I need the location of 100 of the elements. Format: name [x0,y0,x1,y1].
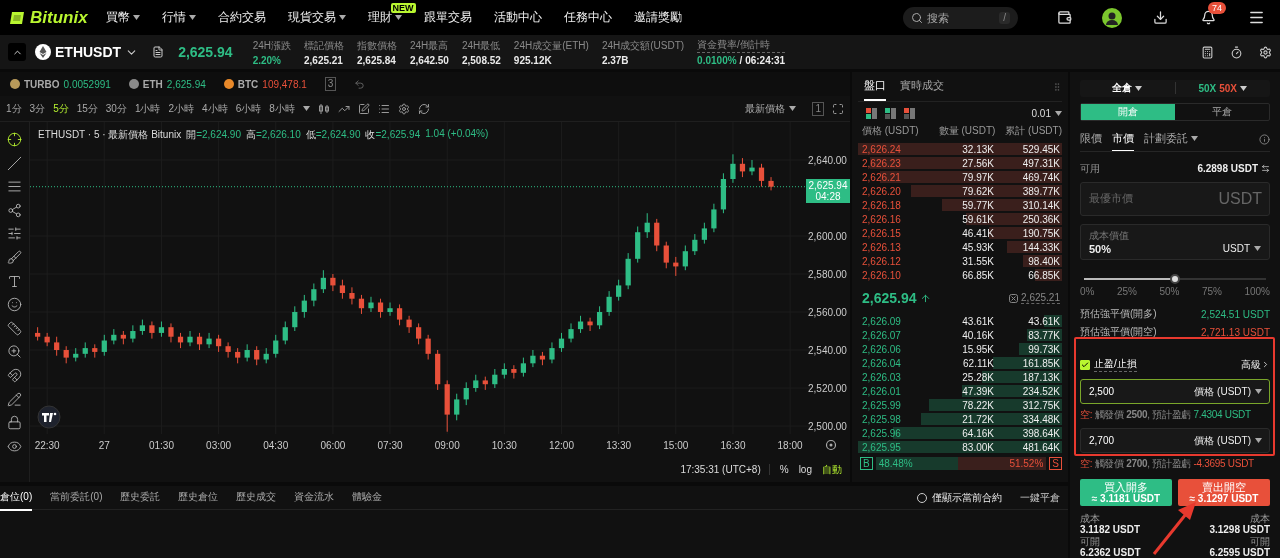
order-book-row[interactable]: 2,626.09 43.61K 43.61K [858,314,1062,328]
positions-tab[interactable]: 體驗金 [352,484,383,511]
nav-link[interactable]: 邀請獎勵 [633,9,682,26]
layout-toggle[interactable]: 1 [812,101,824,116]
nav-link[interactable]: 活動中心 [493,9,542,26]
order-book-row[interactable]: 2,626.23 27.56K 497.31K [858,156,1062,170]
order-book-row[interactable]: 2,626.16 59.61K 250.36K [858,212,1062,226]
nav-link[interactable]: 合約交易 [217,9,266,26]
book-layout-icon[interactable] [885,107,896,119]
unit-dropdown[interactable]: 價格 (USDT) [1194,433,1262,448]
zoom-in-icon[interactable] [7,344,22,360]
positions-tab[interactable]: 倉位(0) [0,484,33,511]
refresh-icon[interactable] [417,102,430,115]
order-book-row[interactable]: 2,626.07 40.16K 83.77K [858,328,1062,342]
order-book-row[interactable]: 2,625.99 78.22K 312.75K [858,398,1062,412]
watchlist-item[interactable]: BTC 109,478.1 [223,78,307,90]
order-type-tab[interactable]: 市價 [1112,128,1134,151]
avatar-icon[interactable] [1102,7,1122,28]
info-icon[interactable] [1259,134,1270,146]
watchlist-item[interactable]: TURBO 0.0052991 [10,78,111,90]
interval-tab[interactable]: 2小時 [168,101,195,116]
interval-tab[interactable]: 1小時 [134,101,161,116]
nav-link[interactable]: 現貨交易 [287,9,346,26]
interval-tab[interactable]: 6小時 [235,101,262,116]
advanced-link[interactable]: 高級 [1241,357,1270,372]
order-book-row[interactable]: 2,625.98 21.72K 334.48K [858,412,1062,426]
fullscreen-icon[interactable] [832,102,844,115]
smiley-icon[interactable] [7,297,22,313]
order-book-row[interactable]: 2,626.18 59.77K 310.14K [858,198,1062,212]
close-all-button[interactable]: 一鍵平倉 [1020,490,1060,505]
magnet-icon[interactable] [7,367,22,383]
scale-button[interactable]: log [798,464,812,475]
book-layout-icon[interactable] [866,107,877,119]
nav-link[interactable]: 買幣 [105,9,140,26]
text-icon[interactable] [7,273,22,289]
position-side-tab[interactable]: 平倉 [1175,103,1269,120]
timer-icon[interactable] [1230,45,1243,59]
edit-icon[interactable] [357,102,370,115]
order-book-tab[interactable]: 實時成交 [900,72,944,101]
order-book-row[interactable]: 2,626.24 32.13K 529.45K [858,142,1062,156]
interval-tab[interactable]: 15分 [76,101,98,116]
current-contract-filter[interactable]: 僅顯示當前合約 [917,490,1002,505]
brush-icon[interactable] [7,249,22,265]
nav-link[interactable]: 跟單交易 [423,9,472,26]
scale-button[interactable]: 自動 [822,462,842,477]
order-book-row[interactable]: 2,626.12 31.55K 98.40K [858,254,1062,268]
order-book-row[interactable]: 2,625.95 83.00K 481.64K [858,440,1062,454]
interval-tab[interactable]: 30分 [105,101,127,116]
positions-tab[interactable]: 當前委託(0) [50,484,103,511]
unit-dropdown[interactable]: 價格 (USDT) [1194,384,1262,399]
calculator-icon[interactable] [1201,45,1214,59]
tpsl-checkbox[interactable]: 止盈/止損 [1080,357,1137,372]
cost-field[interactable]: 成本價值 50% USDT [1080,223,1270,260]
order-book-row[interactable]: 2,626.03 25.28K 187.13K [858,370,1062,384]
undo-icon[interactable] [354,78,366,90]
positions-tab[interactable]: 資金流水 [294,484,335,511]
pencil-icon[interactable] [7,391,22,407]
nav-link[interactable]: 任務中心 [563,9,612,26]
sliders-icon[interactable] [7,226,22,242]
order-book-tab[interactable]: 盤口 [864,72,886,101]
order-book-row[interactable]: 2,626.20 79.62K 389.77K [858,184,1062,198]
order-book-row[interactable]: 2,626.13 45.93K 144.33K [858,240,1062,254]
leverage-dropdown[interactable]: 50X 50X [1175,81,1270,95]
eye-icon[interactable] [7,438,22,454]
margin-mode-dropdown[interactable]: 全倉 [1080,80,1175,97]
price-type-dropdown[interactable]: 最新價格 [745,101,797,116]
crosshair-icon[interactable] [7,132,22,147]
interval-tab[interactable]: 1分 [6,101,22,116]
order-book-row[interactable]: 2,626.15 46.41K 190.75K [858,226,1062,240]
ruler-icon[interactable] [7,320,22,336]
slider-thumb[interactable] [1170,273,1180,284]
lines-icon[interactable] [7,179,22,195]
interval-tab[interactable]: 3分 [29,101,46,116]
candle-type-icon[interactable] [317,102,330,115]
order-book-row[interactable]: 2,625.96 64.16K 398.64K [858,426,1062,440]
lock-icon[interactable] [7,415,22,431]
line-tool-icon[interactable] [7,155,22,171]
layout-toggle[interactable]: 3 [324,77,337,91]
sell-short-button[interactable]: 賣出開空 ≈ 3.1297 USDT [1178,479,1270,506]
order-type-tab[interactable]: 限價 [1080,128,1102,151]
interval-tab[interactable]: 8小時 [269,101,295,116]
transfer-icon[interactable] [1261,164,1270,174]
interval-tab[interactable]: 5分 [53,101,69,116]
nav-link[interactable]: 行情 [161,9,196,26]
watchlist-item[interactable]: ETH 2,625.94 [128,78,206,90]
unit-dropdown[interactable]: USDT [1222,243,1261,255]
positions-tab[interactable]: 歷史委託 [120,484,161,511]
positions-tab[interactable]: 歷史倉位 [178,484,219,511]
order-book-row[interactable]: 2,626.06 15.95K 99.73K [858,342,1062,356]
order-book-row[interactable]: 2,626.10 66.85K 66.85K [858,268,1062,282]
interval-tab[interactable]: 4小時 [202,101,228,116]
positions-tab[interactable]: 歷史成交 [236,484,277,511]
order-type-tab[interactable]: 計劃委託 [1144,128,1198,151]
order-book-row[interactable]: 2,626.21 79.97K 469.74K [858,170,1062,184]
precision-dropdown[interactable]: 0.01 [1031,107,1062,119]
order-book-row[interactable]: 2,626.01 47.39K 234.52K [858,384,1062,398]
nodes-icon[interactable] [7,202,22,218]
book-layout-icon[interactable] [904,107,915,119]
order-book-row[interactable]: 2,626.04 62.11K 161.85K [858,356,1062,370]
list-icon[interactable] [377,102,390,115]
